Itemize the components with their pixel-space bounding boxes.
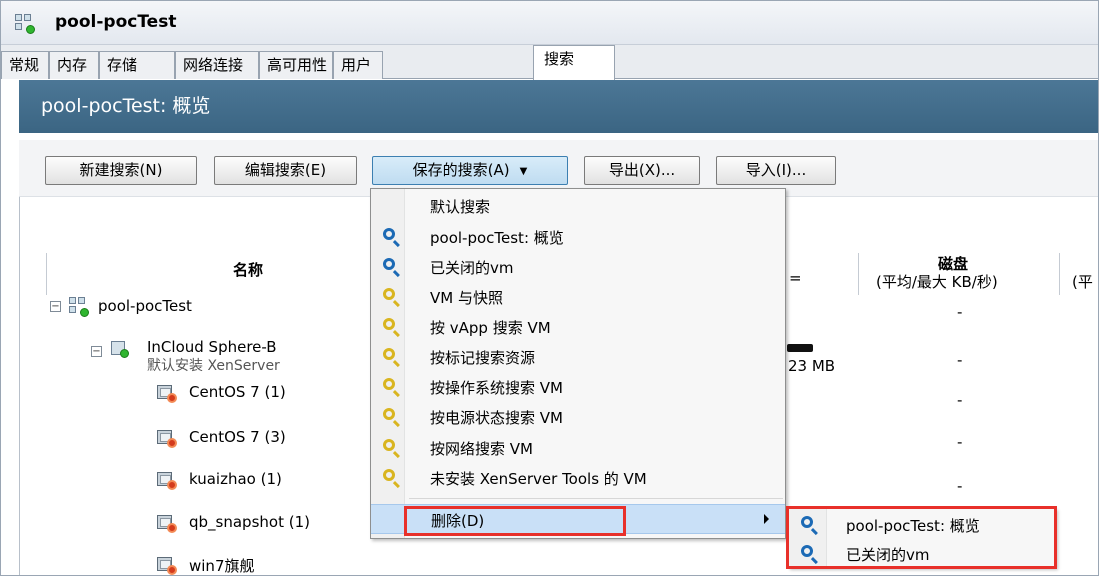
disk-value: -	[957, 303, 963, 321]
magnifier-yellow-icon	[383, 439, 401, 457]
tree-item-vm[interactable]: CentOS 7 (1)	[189, 383, 286, 401]
column-header-next-sub: (平	[1072, 273, 1093, 291]
vm-stopped-icon	[157, 514, 177, 533]
disk-value: -	[957, 351, 963, 369]
saved-searches-label: 保存的搜索(A)	[412, 161, 510, 179]
title-bar: pool-pocTest	[1, 1, 1098, 45]
tab-high-availability[interactable]: 高可用性	[259, 51, 333, 79]
tree-item-vm[interactable]: qb_snapshot (1)	[189, 513, 310, 531]
tree-item-pool[interactable]: pool-pocTest	[98, 297, 192, 315]
tree-item-vm[interactable]: win7旗舰	[189, 555, 255, 575]
annotation-highlight-delete	[404, 506, 626, 536]
collapse-toggle-icon[interactable]: −	[91, 346, 102, 357]
collapse-toggle-icon[interactable]: −	[50, 301, 61, 312]
memory-value: 23 MB	[788, 357, 836, 375]
window-title: pool-pocTest	[55, 12, 177, 32]
menu-item-resources-by-tag[interactable]: 按标记搜索资源	[371, 342, 785, 372]
vm-stopped-icon	[157, 429, 177, 448]
menu-item-default-search[interactable]: 默认搜索	[371, 191, 785, 221]
magnifier-blue-icon	[383, 258, 401, 276]
magnifier-yellow-icon	[383, 469, 401, 487]
disk-value: -	[957, 477, 963, 495]
menu-item-vms-by-vapp[interactable]: 按 vApp 搜索 VM	[371, 312, 785, 342]
menu-item-vms-by-power-state[interactable]: 按电源状态搜索 VM	[371, 402, 785, 432]
menu-item-vms-by-network[interactable]: 按网络搜索 VM	[371, 433, 785, 463]
submenu-arrow-icon	[764, 514, 769, 524]
export-button[interactable]: 导出(X)...	[584, 156, 700, 185]
new-search-button[interactable]: 新建搜索(N)	[45, 156, 197, 185]
menu-item-stopped-vms[interactable]: 已关闭的vm	[371, 252, 785, 282]
app-window: pool-pocTest 常规 内存 存储 网络连接 高可用性 用户 搜索 po…	[0, 0, 1099, 576]
magnifier-blue-icon	[383, 228, 401, 246]
tree-item-vm[interactable]: kuaizhao (1)	[189, 470, 282, 488]
column-separator	[46, 253, 47, 295]
column-header-name[interactable]: 名称	[233, 259, 263, 280]
menu-item-vms-without-tools[interactable]: 未安装 XenServer Tools 的 VM	[371, 463, 785, 493]
saved-searches-button[interactable]: 保存的搜索(A) ▼	[372, 156, 568, 185]
host-icon	[111, 341, 129, 358]
column-header-disk-sub: (平均/最大 KB/秒)	[876, 273, 998, 291]
pool-icon	[15, 14, 35, 34]
menu-item-vm-snapshots[interactable]: VM 与快照	[371, 282, 785, 312]
menu-separator	[409, 498, 783, 499]
edit-search-button[interactable]: 编辑搜索(E)	[214, 156, 357, 185]
menu-item-vms-by-os[interactable]: 按操作系统搜索 VM	[371, 372, 785, 402]
column-separator	[858, 253, 859, 295]
magnifier-yellow-icon	[383, 408, 401, 426]
vm-stopped-icon	[157, 384, 177, 403]
dropdown-arrow-icon: ▼	[519, 166, 528, 177]
tab-users[interactable]: 用户	[333, 51, 383, 79]
memory-usage-bar	[787, 344, 813, 352]
disk-value: -	[957, 391, 963, 409]
magnifier-yellow-icon	[383, 288, 401, 306]
tree-item-host[interactable]: InCloud Sphere-B	[147, 338, 277, 356]
page-title-banner: pool-pocTest: 概览	[19, 80, 1098, 133]
tree-item-vm[interactable]: CentOS 7 (3)	[189, 428, 286, 446]
tab-storage[interactable]: 存储	[99, 51, 175, 79]
tab-search[interactable]: 搜索	[533, 45, 615, 80]
magnifier-yellow-icon	[383, 318, 401, 336]
menu-item-pool-overview[interactable]: pool-pocTest: 概览	[371, 222, 785, 252]
column-header-memory-partial: =	[789, 269, 802, 287]
tab-general[interactable]: 常规	[1, 51, 49, 79]
magnifier-yellow-icon	[383, 378, 401, 396]
column-separator	[1059, 253, 1060, 295]
magnifier-yellow-icon	[383, 348, 401, 366]
saved-searches-menu: 默认搜索 pool-pocTest: 概览 已关闭的vm VM 与快照 按 vA…	[370, 188, 786, 539]
tab-networking[interactable]: 网络连接	[175, 51, 259, 79]
import-button[interactable]: 导入(I)...	[716, 156, 836, 185]
disk-value: -	[957, 433, 963, 451]
tab-memory[interactable]: 内存	[49, 51, 99, 79]
annotation-highlight-submenu	[786, 506, 1057, 569]
pool-icon	[69, 297, 89, 317]
vm-stopped-icon	[157, 556, 177, 575]
host-description: 默认安装 XenServer	[147, 358, 280, 374]
tab-bar: 常规 内存 存储 网络连接 高可用性 用户 搜索	[1, 45, 1098, 80]
vm-stopped-icon	[157, 471, 177, 490]
